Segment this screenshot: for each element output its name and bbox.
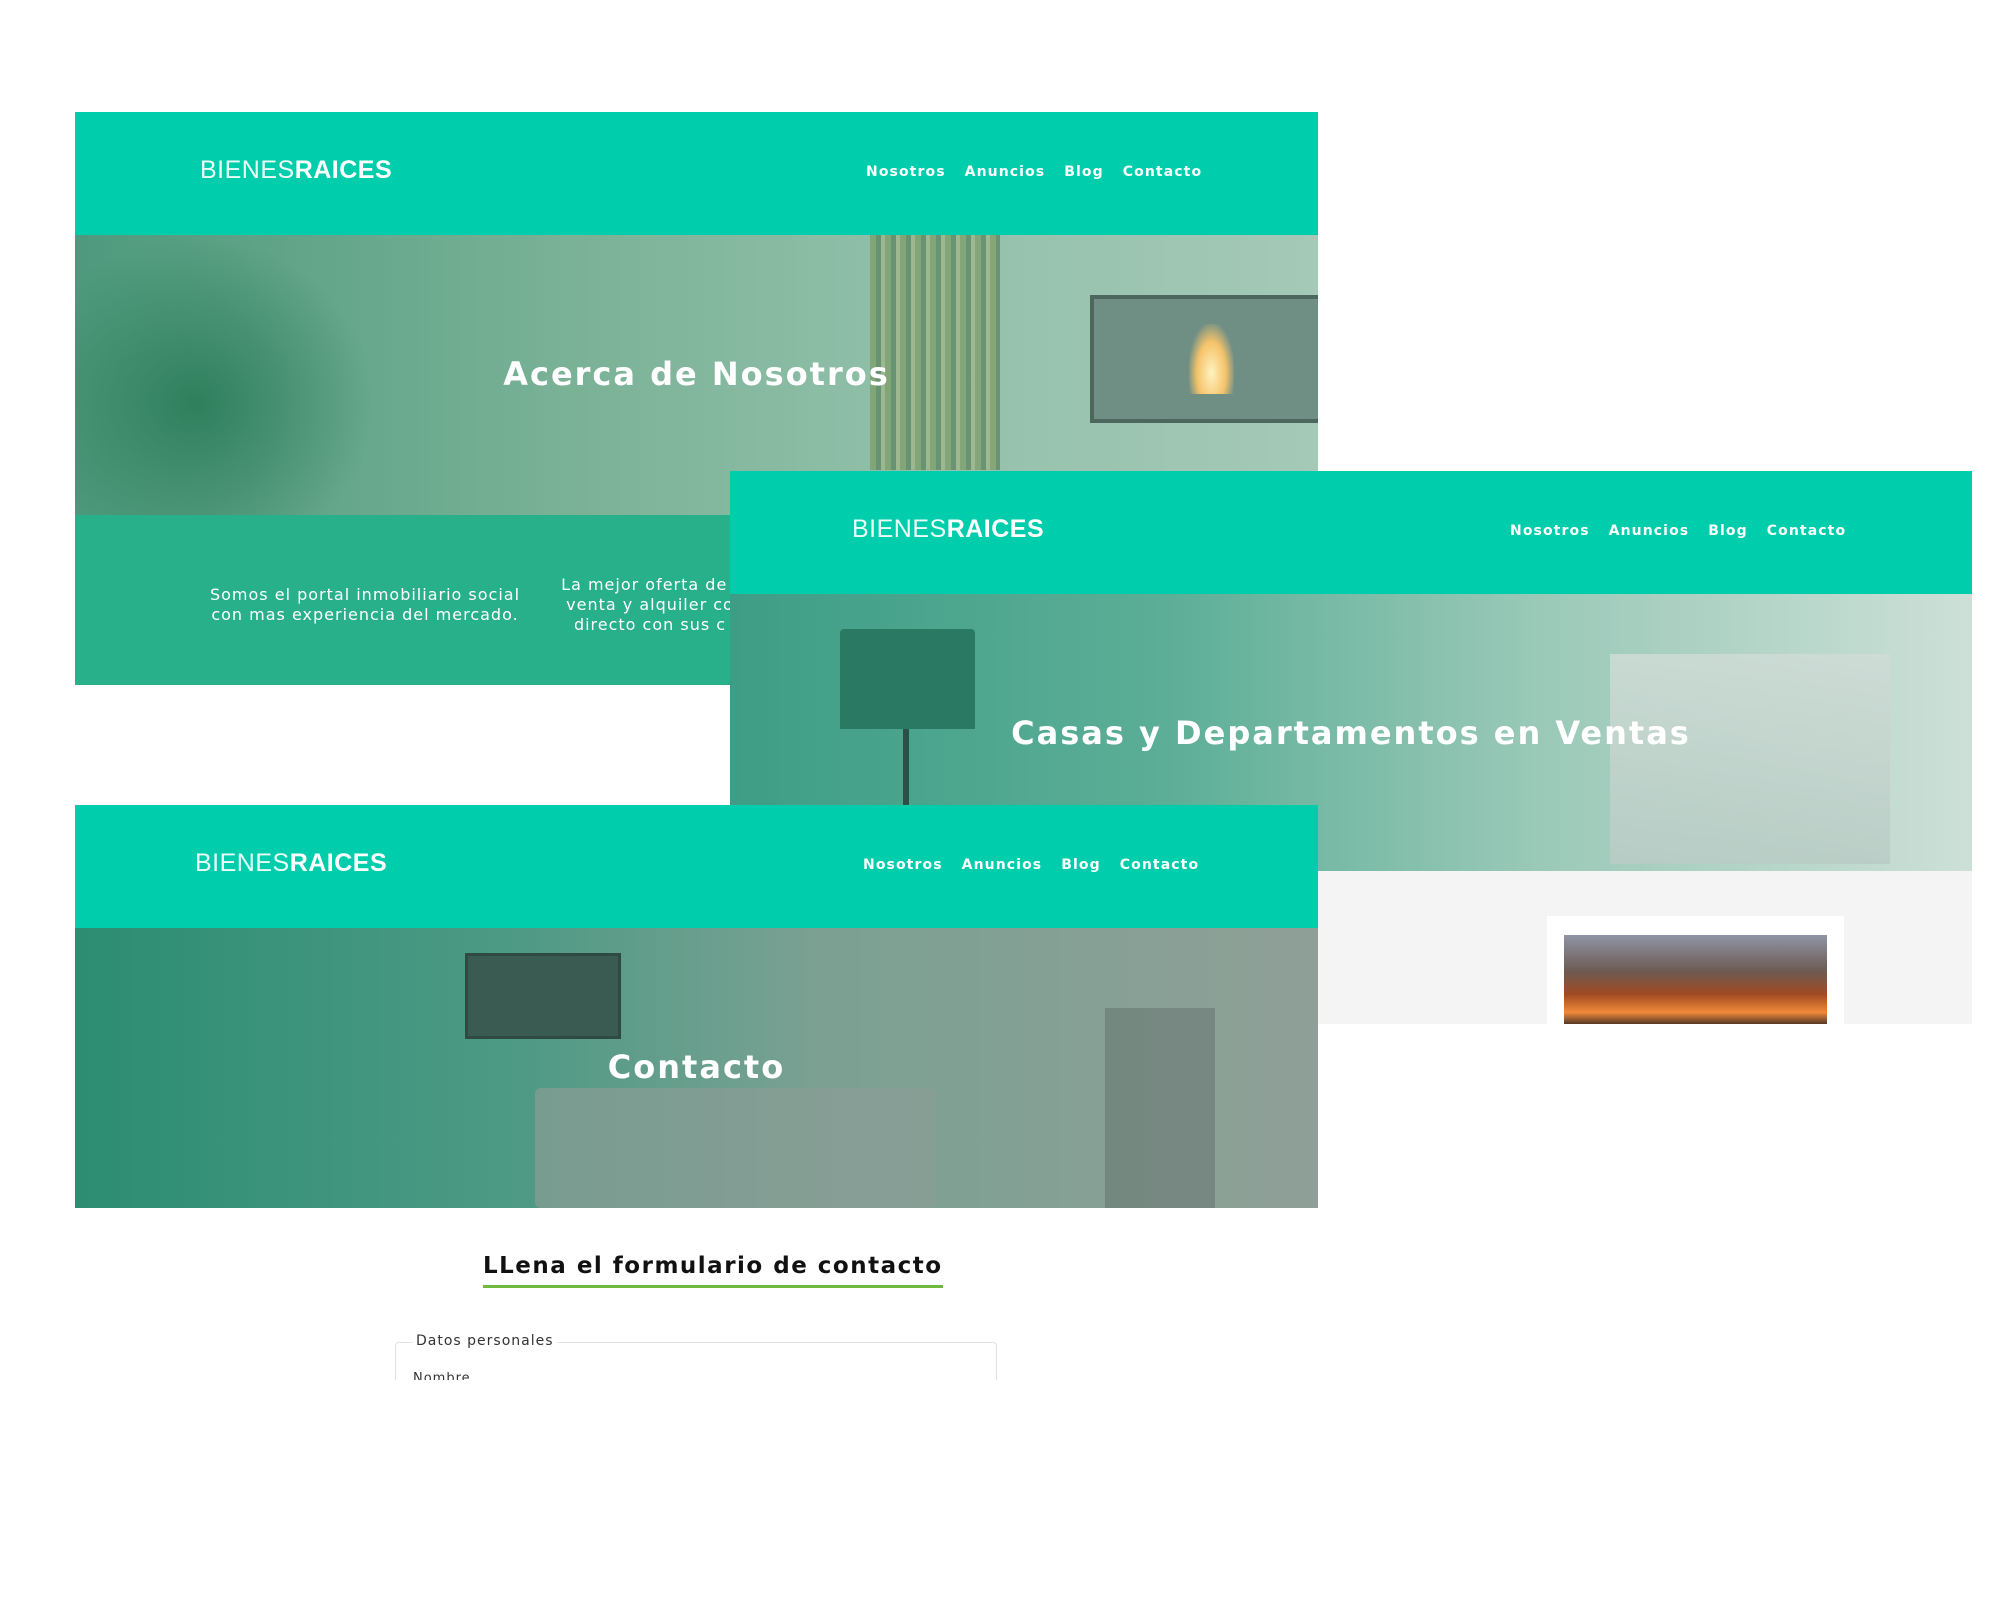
main-nav: Nosotros Anuncios Blog Contacto — [1510, 523, 1846, 539]
nav-link-contacto[interactable]: Contacto — [1120, 857, 1199, 873]
contact-page-screenshot: BIENESRAICES Nosotros Anuncios Blog Cont… — [75, 805, 1318, 1380]
nav-link-nosotros[interactable]: Nosotros — [1510, 523, 1590, 539]
name-field-label: Nombre — [413, 1371, 471, 1380]
main-nav: Nosotros Anuncios Blog Contacto — [866, 164, 1202, 180]
logo-text-raices: RAICES — [289, 849, 388, 877]
logo-text-raices: RAICES — [946, 515, 1045, 543]
sofa-image — [535, 1088, 935, 1208]
hero-banner: Contacto — [75, 928, 1318, 1208]
site-logo[interactable]: BIENESRAICES — [852, 515, 1044, 544]
site-header: BIENESRAICES Nosotros Anuncios Blog Cont… — [75, 112, 1318, 235]
listing-card[interactable] — [1547, 916, 1844, 1024]
bookshelf-image — [870, 235, 1000, 470]
nav-link-blog[interactable]: Blog — [1064, 164, 1104, 180]
hero-title: Contacto — [607, 1048, 786, 1086]
main-nav: Nosotros Anuncios Blog Contacto — [863, 857, 1199, 873]
logo-text-raices: RAICES — [294, 156, 393, 184]
nav-link-blog[interactable]: Blog — [1061, 857, 1101, 873]
site-header: BIENESRAICES Nosotros Anuncios Blog Cont… — [75, 805, 1318, 928]
tv-image — [465, 953, 621, 1039]
nav-link-anuncios[interactable]: Anuncios — [1609, 523, 1690, 539]
nav-link-nosotros[interactable]: Nosotros — [863, 857, 943, 873]
site-logo[interactable]: BIENESRAICES — [195, 849, 387, 878]
intro-text-2: La mejor oferta de i venta y alquiler co… — [561, 575, 739, 634]
hero-title: Casas y Departamentos en Ventas — [1011, 714, 1691, 752]
site-logo[interactable]: BIENESRAICES — [200, 156, 392, 185]
nav-link-contacto[interactable]: Contacto — [1767, 523, 1846, 539]
hero-title: Acerca de Nosotros — [503, 355, 890, 393]
nav-link-contacto[interactable]: Contacto — [1123, 164, 1202, 180]
painting-image — [1610, 654, 1890, 864]
form-heading: LLena el formulario de contacto — [483, 1253, 943, 1288]
fieldset-legend: Datos personales — [413, 1333, 557, 1349]
logo-text-bienes: BIENES — [200, 156, 295, 184]
cabinet-image — [1105, 1008, 1215, 1208]
logo-text-bienes: BIENES — [195, 849, 290, 877]
nav-link-blog[interactable]: Blog — [1708, 523, 1748, 539]
nav-link-anuncios[interactable]: Anuncios — [965, 164, 1046, 180]
intro-text-1: Somos el portal inmobiliario social con … — [209, 585, 521, 624]
nav-link-anuncios[interactable]: Anuncios — [962, 857, 1043, 873]
listing-image[interactable] — [1564, 935, 1827, 1024]
nav-link-nosotros[interactable]: Nosotros — [866, 164, 946, 180]
personal-data-fieldset: Datos personales Nombre — [395, 1333, 997, 1380]
logo-text-bienes: BIENES — [852, 515, 947, 543]
site-header: BIENESRAICES Nosotros Anuncios Blog Cont… — [730, 471, 1972, 594]
